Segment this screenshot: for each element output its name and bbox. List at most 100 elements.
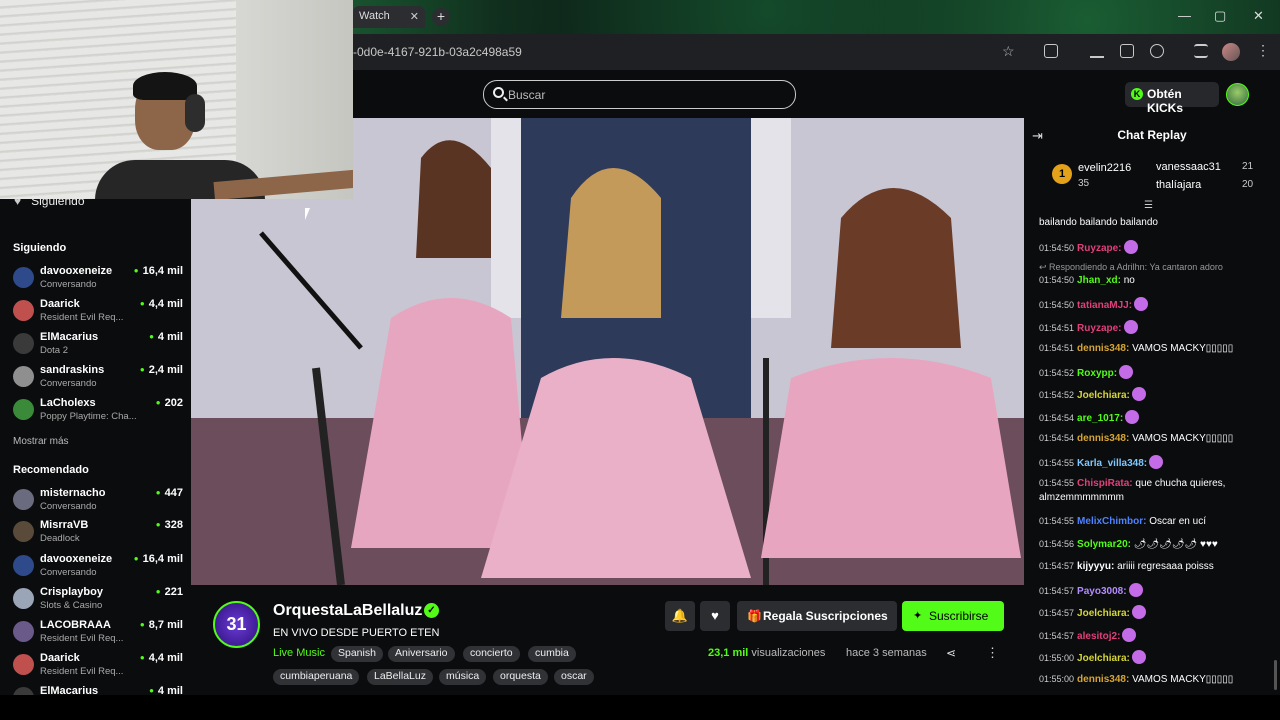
chat-username[interactable]: Ruyzape:	[1077, 323, 1121, 334]
chat-timestamp: 01:54:54	[1039, 413, 1075, 423]
chat-text: VAMOS MACKY▯▯▯▯▯	[1129, 433, 1234, 444]
tag-chip[interactable]: Spanish	[331, 646, 383, 662]
reading-list-icon[interactable]	[1194, 44, 1208, 58]
tag-chip[interactable]: cumbiaperuana	[273, 669, 360, 685]
channel-name: MisrraVB	[40, 519, 89, 531]
sidebar-channel-crisplayboy[interactable]: Crisplayboy Slots & Casino 221	[13, 586, 183, 616]
chat-message: 01:54:57 Payo3008:	[1039, 583, 1274, 598]
sidebar-channel-davooxeneize[interactable]: davooxeneize Conversando 16,4 mil	[13, 553, 183, 583]
sidebar-channel-sandraskins[interactable]: sandraskins Conversando 2,4 mil	[13, 364, 183, 394]
chat-username[interactable]: Roxypp:	[1077, 368, 1117, 379]
gift-icon: 🎁	[747, 609, 762, 623]
view-count-number: 23,1 mil	[708, 647, 749, 659]
gift-subscriptions-button[interactable]: 🎁 Regala Suscripciones	[737, 601, 897, 631]
gifter-2-count: 21	[1242, 161, 1254, 172]
chat-username[interactable]: Solymar20:	[1077, 539, 1131, 550]
tag-chip[interactable]: oscar	[554, 669, 594, 685]
sidebar-channel-misternacho[interactable]: misternacho Conversando 447	[13, 487, 183, 517]
tag-chip[interactable]: orquesta	[493, 669, 548, 685]
get-kicks-button[interactable]: K Obtén KICKs	[1125, 82, 1219, 115]
chat-message: 01:54:55 ChispiRata: que chucha quieres,	[1039, 477, 1274, 490]
bookmark-star-icon[interactable]: ☆	[1002, 43, 1015, 60]
chat-text: VAMOS MACKY▯▯▯▯▯	[1129, 674, 1234, 685]
tab-close-icon[interactable]: ✕	[410, 10, 419, 23]
pin-icon[interactable]: ☰	[1144, 200, 1153, 211]
emote-icon	[1134, 297, 1149, 311]
screen: Watch ✕ + — ▢ ✕ -0d0e-4167-921b-03a2c498…	[0, 0, 1280, 720]
viewer-count: 2,4 mil	[140, 364, 183, 376]
emote-icon	[1119, 365, 1134, 379]
chat-username[interactable]: alesitoj2:	[1077, 631, 1120, 642]
chat-text: VAMOS MACKY▯▯▯▯▯	[1129, 343, 1234, 354]
close-window-icon[interactable]: ✕	[1253, 8, 1264, 24]
browser-menu-icon[interactable]: ⋮	[1256, 42, 1270, 59]
chat-username[interactable]: kijyyyu:	[1077, 561, 1114, 572]
channel-category: Conversando	[40, 567, 97, 578]
subscribe-label: Suscribirse	[929, 609, 989, 623]
chat-text: que chucha quieres,	[1132, 478, 1226, 489]
chat-timestamp: 01:54:57	[1039, 586, 1075, 596]
tag-chip[interactable]: música	[439, 669, 487, 685]
chat-username[interactable]: Ruyzape:	[1077, 243, 1121, 254]
minimize-icon[interactable]: —	[1178, 8, 1191, 23]
tag-chip[interactable]: cumbia	[528, 646, 576, 662]
chat-scrollbar[interactable]	[1274, 660, 1277, 690]
viewer-count: 4 mil	[149, 331, 183, 343]
sidebar-channel-daarick[interactable]: Daarick Resident Evil Req... 4,4 mil	[13, 298, 183, 328]
tag-chip[interactable]: LaBellaLuz	[367, 669, 433, 685]
chat-username[interactable]: tatianaMJJ:	[1077, 300, 1132, 311]
search-input[interactable]: Buscar	[483, 80, 796, 109]
sidebar-channel-lacobraaa[interactable]: LACOBRAAA Resident Evil Req... 8,7 mil	[13, 619, 183, 649]
gifter-3-name[interactable]: thalíajara	[1156, 179, 1201, 191]
streamer-avatar[interactable]: 31	[213, 601, 260, 648]
new-tab-icon[interactable]: +	[432, 8, 450, 26]
chat-username[interactable]: dennis348:	[1077, 343, 1129, 354]
chat-username[interactable]: dennis348:	[1077, 674, 1129, 685]
category-link[interactable]: Live Music	[273, 647, 325, 659]
viewer-count: 16,4 mil	[134, 265, 183, 277]
browser-profile-avatar[interactable]	[1222, 43, 1240, 61]
url-field[interactable]: -0d0e-4167-921b-03a2c498a59	[353, 45, 522, 59]
chat-timestamp: 01:54:57	[1039, 608, 1075, 618]
maximize-icon[interactable]: ▢	[1214, 8, 1226, 24]
subscribe-button[interactable]: ✦ Suscribirse	[902, 601, 1004, 631]
sidebar-channel-davooxeneize[interactable]: davooxeneize Conversando 16,4 mil	[13, 265, 183, 295]
chat-username[interactable]: Joelchiara:	[1077, 653, 1130, 664]
chat-username[interactable]: are_1017:	[1077, 413, 1123, 424]
more-options-icon[interactable]: ⋮	[986, 645, 999, 661]
chat-username[interactable]: Payo3008:	[1077, 586, 1126, 597]
bell-icon: 🔔	[671, 608, 689, 623]
gifter-2-name[interactable]: vanessaac31	[1156, 161, 1221, 173]
sidebar-channel-misrravb[interactable]: MisrraVB Deadlock 328	[13, 519, 183, 549]
download-icon[interactable]	[1090, 44, 1104, 58]
sidebar-channel-daarick[interactable]: Daarick Resident Evil Req... 4,4 mil	[13, 652, 183, 682]
show-more-link[interactable]: Mostrar más	[13, 436, 69, 447]
follow-heart-button[interactable]: ♥	[700, 601, 730, 631]
tag-chip[interactable]: Aniversario	[388, 646, 455, 662]
chat-timestamp: 01:54:55	[1039, 516, 1075, 526]
streamer-name[interactable]: OrquestaLaBellaluz	[273, 602, 422, 620]
share-icon[interactable]: ⋖	[946, 646, 956, 660]
channel-name: Daarick	[40, 652, 80, 664]
channel-category: Poppy Playtime: Cha...	[40, 411, 137, 422]
user-avatar[interactable]	[1226, 83, 1249, 106]
chat-timestamp: 01:54:50	[1039, 243, 1075, 253]
translate-icon[interactable]	[1120, 44, 1134, 58]
tag-chip[interactable]: concierto	[463, 646, 520, 662]
chat-username[interactable]: dennis348:	[1077, 433, 1129, 444]
history-icon[interactable]	[1150, 44, 1164, 58]
chat-username[interactable]: Karla_villa348:	[1077, 458, 1147, 469]
sidebar-channel-lacholexs[interactable]: LaCholexs Poppy Playtime: Cha... 202	[13, 397, 183, 427]
mouse-cursor-icon	[305, 208, 310, 220]
channel-name: Daarick	[40, 298, 80, 310]
chat-username[interactable]: Jhan_xd:	[1077, 275, 1121, 286]
chat-username[interactable]: Joelchiara:	[1077, 390, 1130, 401]
notification-bell-button[interactable]: 🔔	[665, 601, 695, 631]
extension-icon[interactable]	[1044, 44, 1058, 58]
chat-username[interactable]: MelixChimbor:	[1077, 516, 1146, 527]
chat-username[interactable]: ChispiRata:	[1077, 478, 1133, 489]
chat-username[interactable]: Joelchiara:	[1077, 608, 1130, 619]
sidebar-channel-elmacarius[interactable]: ElMacarius Dota 2 4 mil	[13, 331, 183, 361]
browser-tab[interactable]: Watch ✕	[353, 6, 425, 28]
top-gifter-name[interactable]: evelin2216	[1078, 162, 1131, 174]
